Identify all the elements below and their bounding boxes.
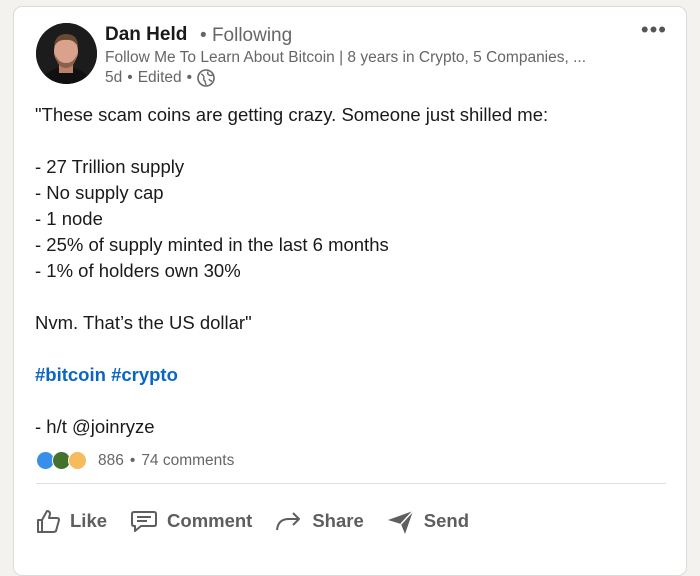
- comment-button[interactable]: Comment: [129, 507, 252, 535]
- share-arrow-icon: [274, 507, 304, 535]
- post-spacer: [35, 128, 675, 154]
- meta-dot: •: [186, 69, 193, 86]
- action-bar: Like Comment Share Send: [34, 507, 491, 535]
- hashtag-bitcoin[interactable]: #bitcoin: [35, 364, 106, 385]
- author-name[interactable]: Dan Held: [105, 24, 187, 46]
- post-body: "These scam coins are getting crazy. Som…: [35, 102, 675, 440]
- more-options-button[interactable]: •••: [641, 19, 667, 41]
- edited-label: Edited: [137, 69, 182, 86]
- hashtag-row: #bitcoin #crypto: [35, 362, 675, 388]
- share-button[interactable]: Share: [274, 507, 364, 535]
- author-headline: Follow Me To Learn About Bitcoin | 8 yea…: [105, 49, 587, 66]
- actions-divider: [36, 483, 666, 484]
- post-card: Dan Held • Following Follow Me To Learn …: [13, 6, 687, 576]
- post-spacer: [35, 284, 675, 310]
- send-button[interactable]: Send: [386, 507, 469, 535]
- share-label: Share: [312, 510, 364, 531]
- post-spacer: [35, 336, 675, 362]
- globe-icon: [197, 69, 215, 87]
- reaction-icons[interactable]: [36, 451, 87, 470]
- post-bullet: - 27 Trillion supply: [35, 156, 185, 177]
- send-label: Send: [423, 510, 469, 531]
- meta-dot: •: [127, 69, 133, 86]
- post-bullet: - 25% of supply minted in the last 6 mon…: [35, 234, 389, 255]
- post-bullet: - 1% of holders own 30%: [35, 260, 241, 281]
- post-punchline: Nvm. That’s the US dollar": [35, 312, 252, 333]
- social-counts: 886 • 74 comments: [36, 451, 234, 470]
- comment-icon: [129, 507, 159, 535]
- like-label: Like: [70, 510, 108, 531]
- hat-tip: - h/t @joinryze: [35, 416, 155, 437]
- reaction-count[interactable]: 886: [98, 452, 124, 470]
- post-meta: 5d • Edited •: [105, 69, 215, 87]
- post-bullet: - No supply cap: [35, 182, 164, 203]
- comments-count[interactable]: 74 comments: [141, 452, 234, 470]
- post-line: "These scam coins are getting crazy. Som…: [35, 104, 549, 125]
- insightful-reaction-icon: [68, 451, 87, 470]
- post-bullet: - 1 node: [35, 208, 103, 229]
- hashtag-crypto[interactable]: #crypto: [111, 364, 178, 385]
- following-status: • Following: [200, 25, 292, 47]
- send-icon: [386, 507, 416, 535]
- like-button[interactable]: Like: [34, 507, 107, 535]
- name-separator: •: [200, 25, 212, 46]
- author-avatar[interactable]: [36, 23, 97, 84]
- comment-label: Comment: [167, 510, 253, 531]
- social-separator: •: [129, 451, 136, 469]
- post-time[interactable]: 5d: [105, 69, 122, 87]
- following-label[interactable]: Following: [212, 25, 292, 46]
- post-spacer: [35, 388, 675, 414]
- thumbs-up-icon: [34, 507, 62, 535]
